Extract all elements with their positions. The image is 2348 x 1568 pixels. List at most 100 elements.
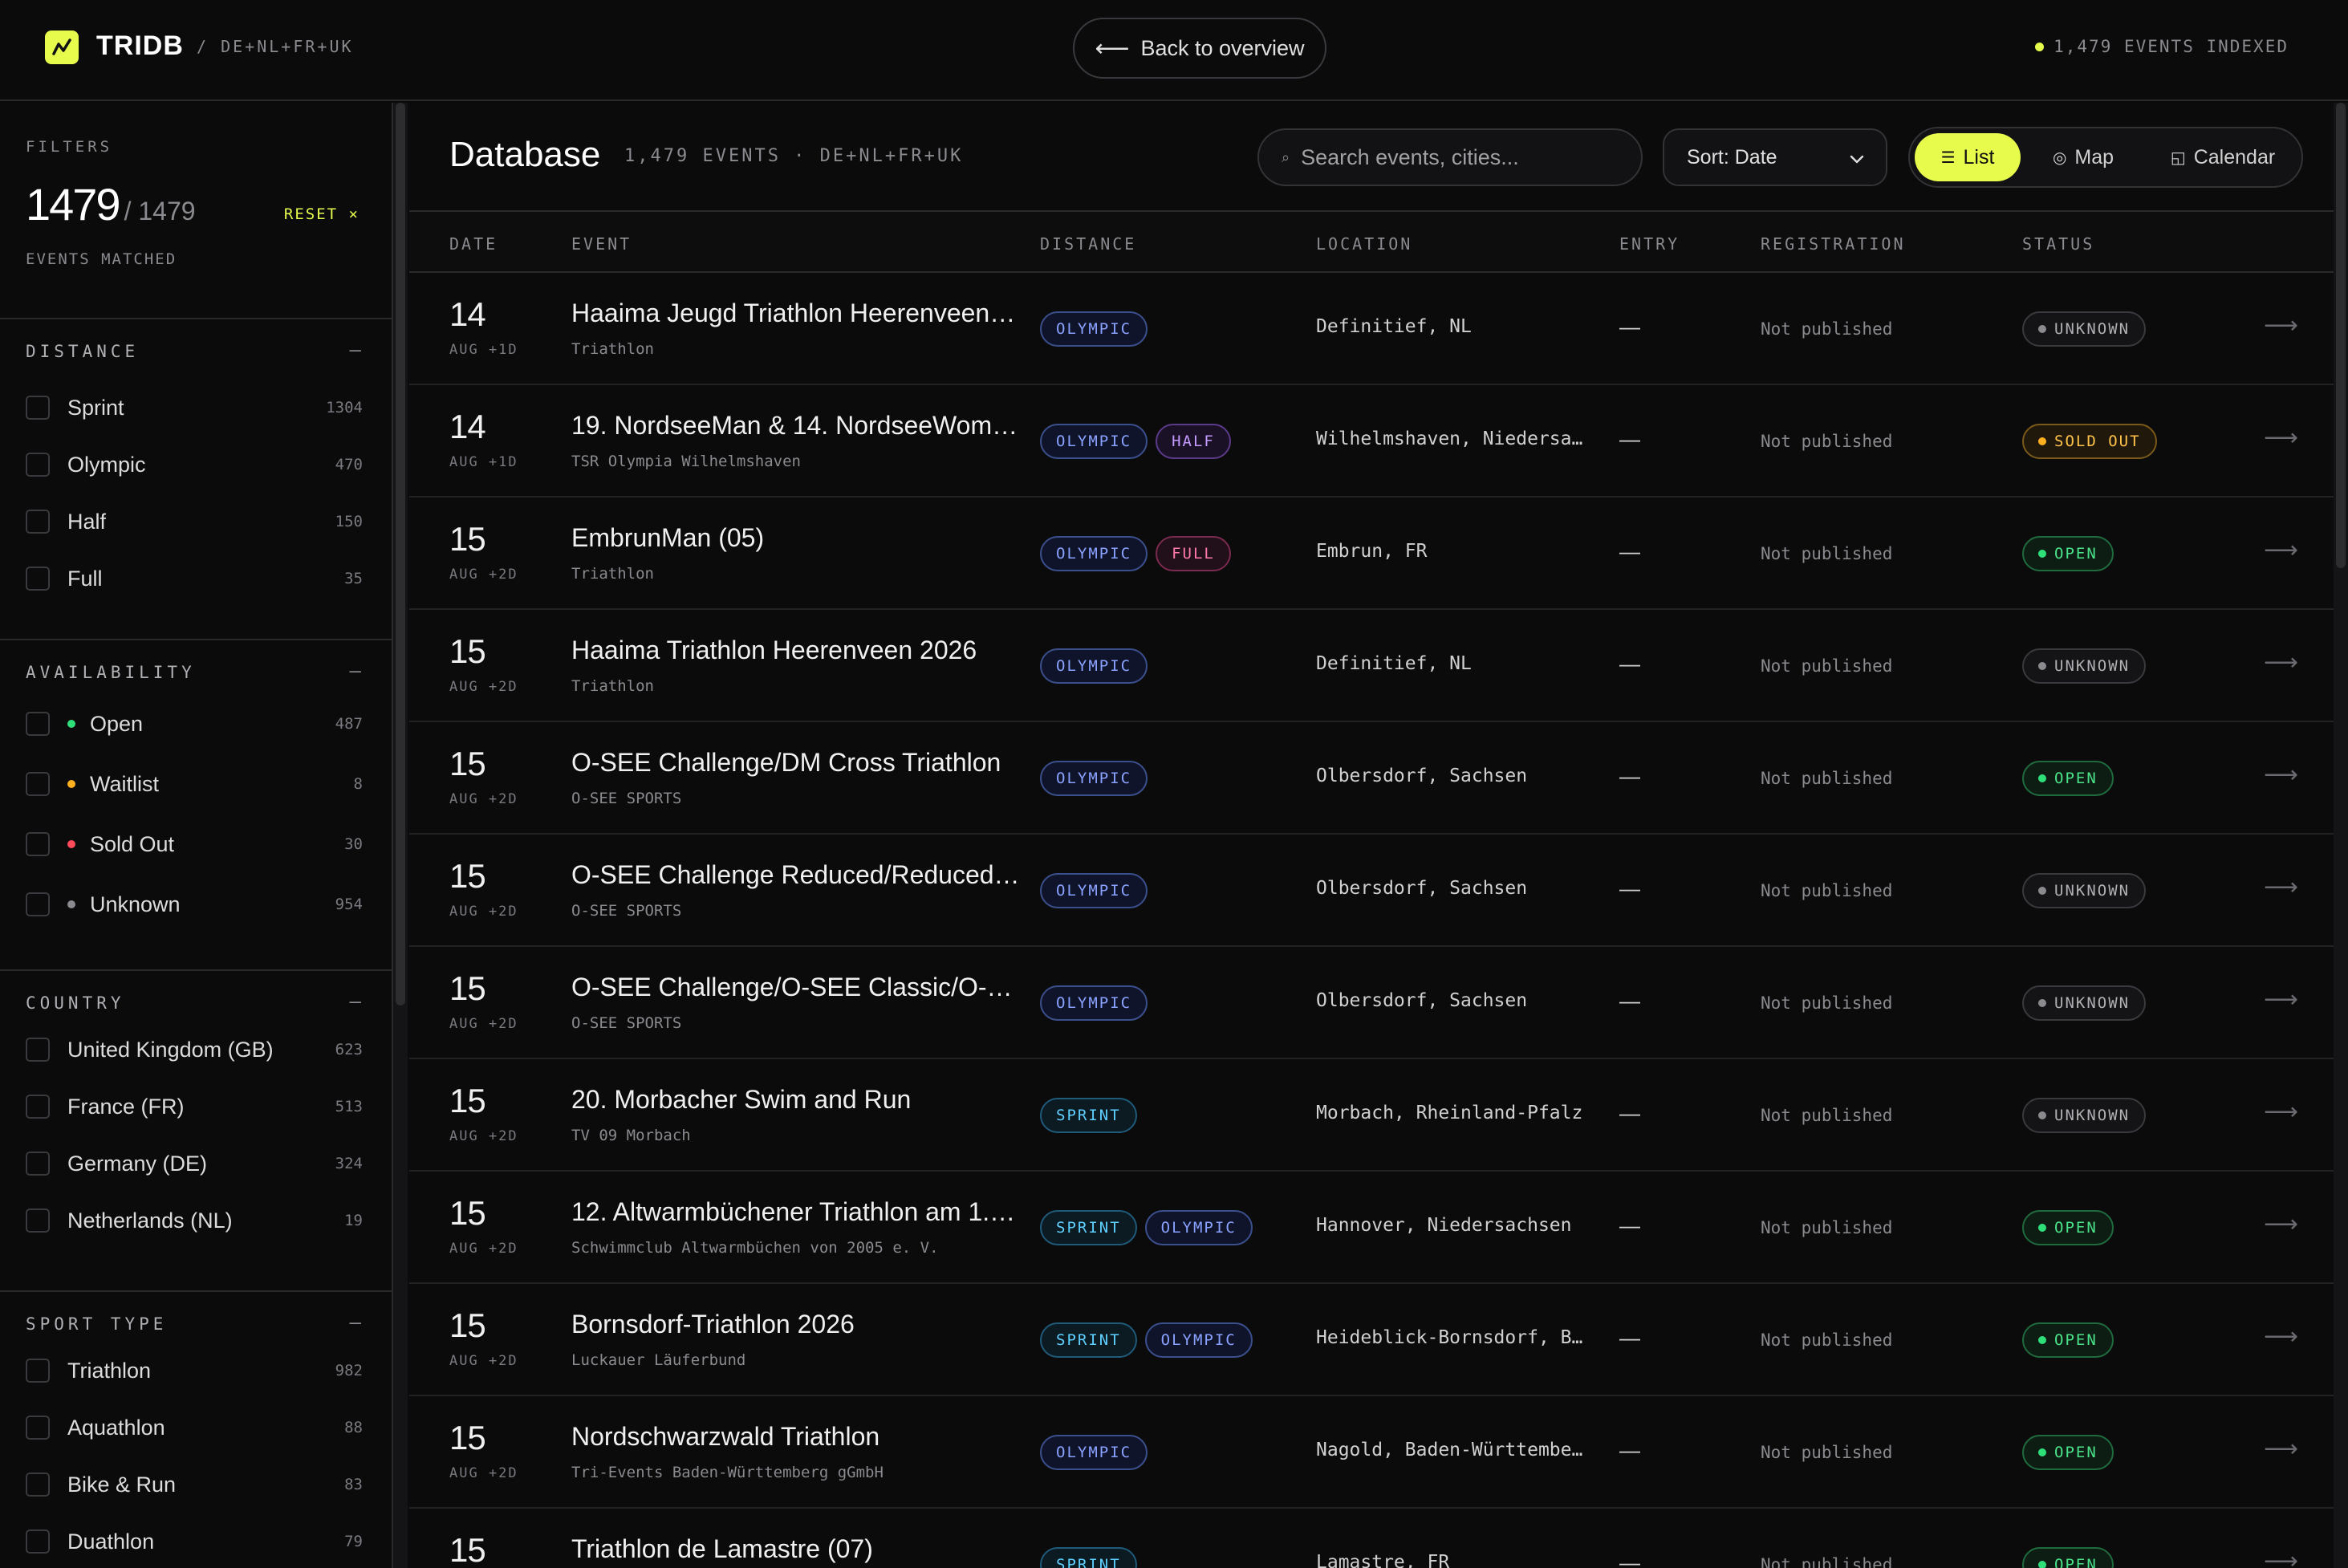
filter-checkbox[interactable] (26, 1416, 50, 1440)
table-row[interactable]: 14 AUG +1D 19. NordseeMan & 14. NordseeWom… (409, 385, 2334, 498)
filter-checkbox[interactable] (26, 510, 50, 534)
filter-checkbox[interactable] (26, 1095, 50, 1119)
event-name[interactable]: Haaima Jeugd Triathlon Heerenveen 2026 (571, 299, 1021, 328)
column-date[interactable]: DATE (449, 234, 498, 254)
filter-checkbox[interactable] (26, 396, 50, 420)
search-input[interactable] (1301, 144, 1623, 170)
matched-number: 1479 (26, 179, 121, 230)
filter-option[interactable]: Unknown 954 (26, 888, 363, 920)
table-row[interactable]: 15 AUG +2D Bornsdorf-Triathlon 2026 Luckaue… (409, 1284, 2334, 1396)
filter-option[interactable]: United Kingdom (GB) 623 (26, 1034, 363, 1066)
table-row[interactable]: 15 AUG +2D Haaima Triathlon Heerenveen 202… (409, 610, 2334, 722)
arrow-right-icon[interactable]: ⟶ (2264, 761, 2298, 789)
collapse-icon[interactable]: – (350, 1311, 361, 1334)
event-name[interactable]: O-SEE Challenge Reduced/Reduced Relay (571, 860, 1021, 890)
search-box[interactable]: ⌕ (1257, 128, 1643, 186)
column-distance[interactable]: DISTANCE (1040, 234, 1136, 254)
arrow-right-icon[interactable]: ⟶ (2264, 311, 2298, 339)
arrow-right-icon[interactable]: ⟶ (2264, 648, 2298, 676)
event-name[interactable]: Bornsdorf-Triathlon 2026 (571, 1310, 1021, 1339)
arrow-right-icon[interactable]: ⟶ (2264, 1210, 2298, 1238)
collapse-icon[interactable]: – (350, 660, 361, 682)
column-status[interactable]: STATUS (2022, 234, 2094, 254)
event-name[interactable]: Triathlon de Lamastre (07) (571, 1534, 1021, 1564)
column-event[interactable]: EVENT (571, 234, 632, 254)
arrow-right-icon[interactable]: ⟶ (2264, 985, 2298, 1014)
event-name[interactable]: 20. Morbacher Swim and Run (571, 1085, 1021, 1115)
filter-option[interactable]: Triathlon 982 (26, 1355, 363, 1387)
logo-icon[interactable] (45, 30, 79, 64)
main-scrollbar[interactable] (2334, 103, 2348, 1568)
filter-option[interactable]: Sold Out 30 (26, 828, 363, 860)
arrow-right-icon[interactable]: ⟶ (2264, 1435, 2298, 1463)
event-name[interactable]: Nordschwarzwald Triathlon (571, 1422, 1021, 1452)
distance-tags: OLYMPIC (1040, 311, 1148, 347)
event-name[interactable]: O-SEE Challenge/O-SEE Classic/O-SEE Spri… (571, 973, 1021, 1002)
filter-checkbox[interactable] (26, 1359, 50, 1383)
filter-checkbox[interactable] (26, 1038, 50, 1062)
sidebar-scrollbar[interactable] (393, 103, 408, 1568)
view-map-button[interactable]: ◎ Map (2030, 133, 2136, 181)
table-row[interactable]: 15 AUG +2D O-SEE Challenge Reduced/Reduced… (409, 835, 2334, 947)
arrow-right-icon[interactable]: ⟶ (2264, 424, 2298, 452)
arrow-right-icon[interactable]: ⟶ (2264, 1547, 2298, 1568)
column-entry[interactable]: ENTRY (1619, 234, 1680, 254)
reset-filters-button[interactable]: RESET × (284, 205, 360, 223)
table-row[interactable]: 15 AUG +2D O-SEE Challenge/DM Cross Triath… (409, 722, 2334, 835)
view-calendar-button[interactable]: ◱ Calendar (2151, 133, 2295, 181)
sidebar-scroll-thumb[interactable] (396, 103, 405, 1005)
event-name[interactable]: 12. Altwarmbüchener Triathlon am 1. Sonn… (571, 1197, 1021, 1227)
filter-checkbox[interactable] (26, 453, 50, 477)
event-name[interactable]: O-SEE Challenge/DM Cross Triathlon (571, 748, 1021, 778)
filter-option[interactable]: Sprint 1304 (26, 392, 363, 424)
filter-option[interactable]: Half 150 (26, 506, 363, 538)
event-name[interactable]: EmbrunMan (05) (571, 523, 1021, 553)
distance-tag: OLYMPIC (1040, 536, 1148, 571)
table-row[interactable]: 15 AUG +2D O-SEE Challenge/O-SEE Classic/O… (409, 947, 2334, 1059)
arrow-right-icon[interactable]: ⟶ (2264, 873, 2298, 901)
main-scroll-thumb[interactable] (2336, 103, 2346, 568)
table-row[interactable]: 14 AUG +1D Haaima Jeugd Triathlon Heerenve… (409, 273, 2334, 385)
table-row[interactable]: 15 AUG +2D 20. Morbacher Swim and Run TV 09… (409, 1059, 2334, 1172)
filter-option[interactable]: Waitlist 8 (26, 768, 363, 800)
filter-option[interactable]: Bike & Run 83 (26, 1468, 363, 1501)
filter-option[interactable]: Duathlon 79 (26, 1525, 363, 1558)
filter-option[interactable]: Olympic 470 (26, 449, 363, 481)
filter-option[interactable]: Open 487 (26, 708, 363, 740)
arrow-right-icon[interactable]: ⟶ (2264, 536, 2298, 564)
collapse-icon[interactable]: – (350, 990, 361, 1013)
status-label: OPEN (2054, 770, 2098, 787)
table-row[interactable]: 15 AUG +2D EmbrunMan (05) Triathlon OLYMPIC F… (409, 498, 2334, 610)
filter-checkbox[interactable] (26, 1529, 50, 1554)
column-registration[interactable]: REGISTRATION (1761, 234, 1906, 254)
database-panel: Database 1,479 EVENTS · DE+NL+FR+UK ⌕ So… (409, 103, 2334, 1568)
sort-select[interactable]: Sort: Date (1663, 128, 1887, 186)
filter-option[interactable]: Full 35 (26, 563, 363, 595)
filter-option[interactable]: Germany (DE) 324 (26, 1148, 363, 1180)
arrow-right-icon[interactable]: ⟶ (2264, 1322, 2298, 1351)
event-name[interactable]: 19. NordseeMan & 14. NordseeWoman Triath… (571, 411, 1021, 441)
back-to-overview-button[interactable]: ⟵ Back to overview (1073, 18, 1326, 79)
arrow-right-icon[interactable]: ⟶ (2264, 1098, 2298, 1126)
collapse-icon[interactable]: – (350, 339, 361, 361)
filter-checkbox[interactable] (26, 832, 50, 856)
table-row[interactable]: 15 AUG +2D 12. Altwarmbüchener Triathlon a… (409, 1172, 2334, 1284)
event-name[interactable]: Haaima Triathlon Heerenveen 2026 (571, 636, 1021, 665)
filter-option[interactable]: Aquathlon 88 (26, 1412, 363, 1444)
column-location[interactable]: LOCATION (1316, 234, 1412, 254)
view-list-button[interactable]: ☰ List (1915, 133, 2021, 181)
filter-section-distance: DISTANCE – Sprint 1304 Olympic 470 Half 150 Full… (0, 318, 392, 639)
filter-checkbox[interactable] (26, 1152, 50, 1176)
filter-checkbox[interactable] (26, 567, 50, 591)
filter-option[interactable]: France (FR) 513 (26, 1091, 363, 1123)
filter-checkbox[interactable] (26, 1473, 50, 1497)
filter-option[interactable]: Netherlands (NL) 19 (26, 1204, 363, 1237)
brand-name[interactable]: TRIDB (96, 30, 184, 62)
filter-checkbox[interactable] (26, 892, 50, 916)
filter-checkbox[interactable] (26, 772, 50, 796)
filter-checkbox[interactable] (26, 712, 50, 736)
table-row[interactable]: 15AUG +2DTriathlon de Lamastre (07)SPRIN… (409, 1509, 2334, 1568)
table-row[interactable]: 15 AUG +2D Nordschwarzwald Triathlon Tri-Ev… (409, 1396, 2334, 1509)
filter-checkbox[interactable] (26, 1208, 50, 1233)
filter-option-label: Netherlands (NL) (67, 1208, 233, 1233)
